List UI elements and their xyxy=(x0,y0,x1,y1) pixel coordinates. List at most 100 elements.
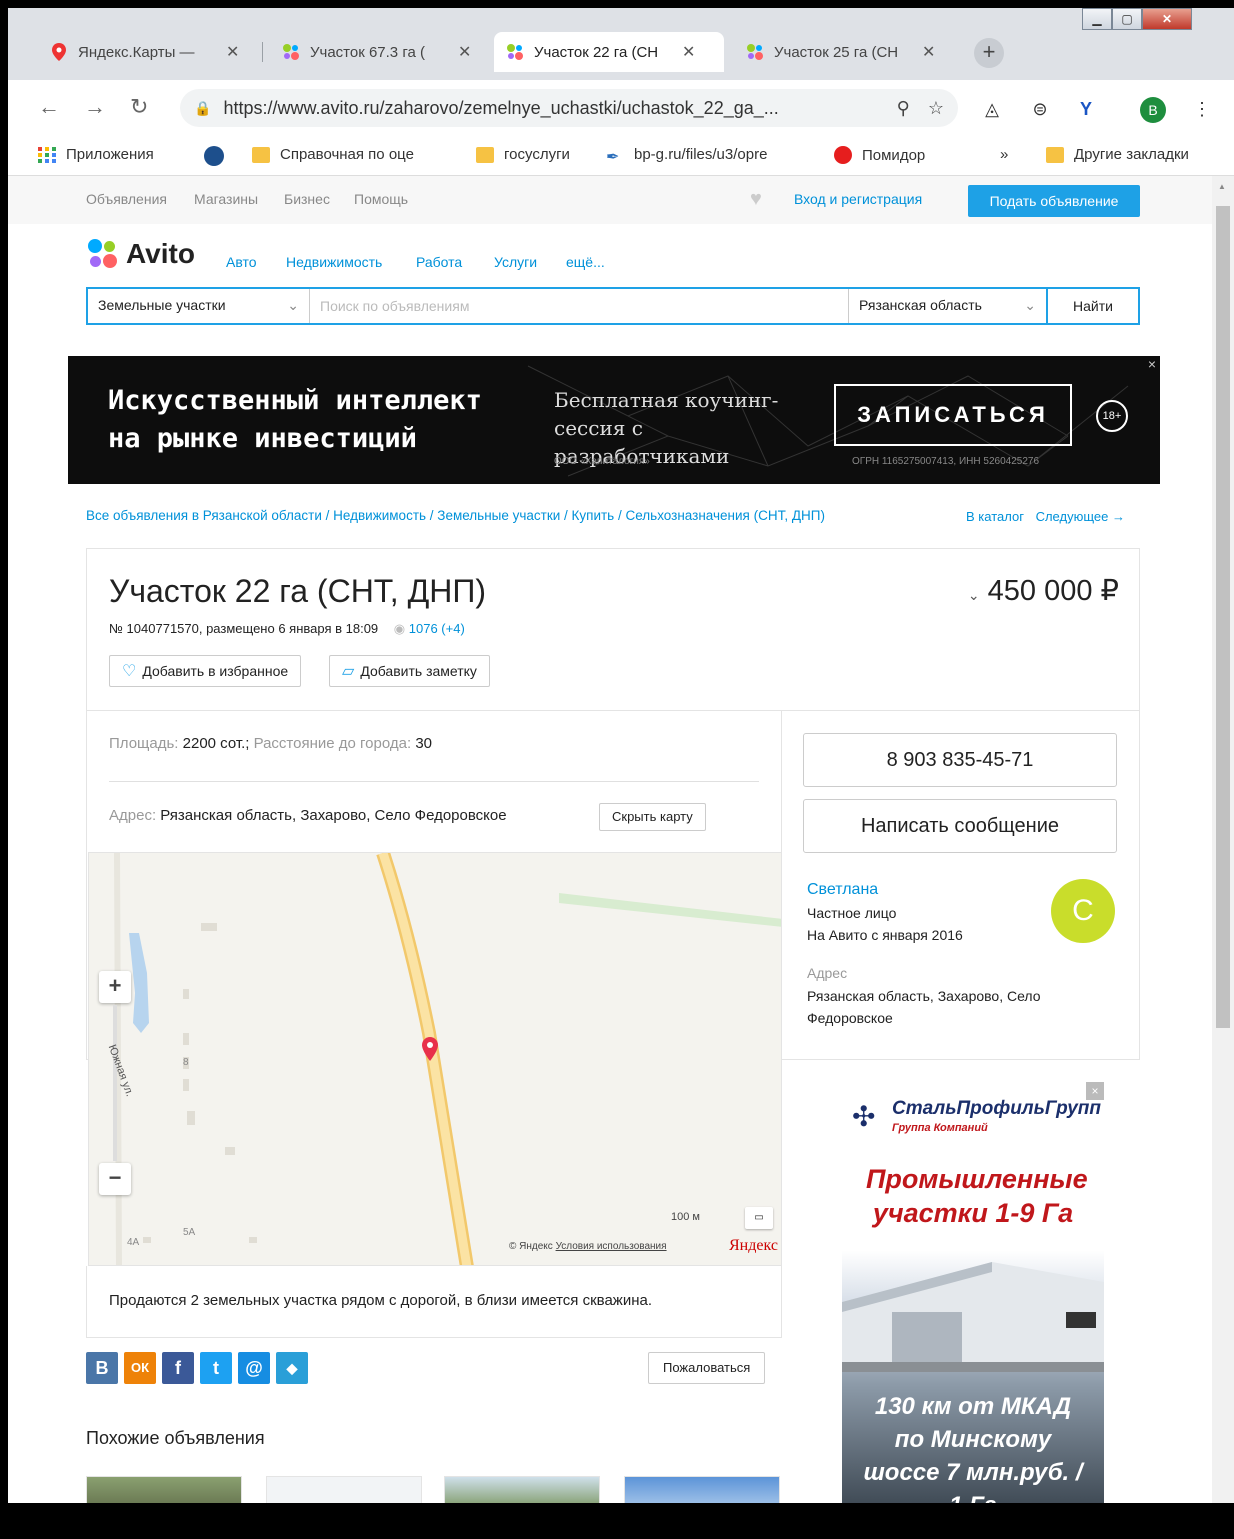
bookmark-other[interactable]: Другие закладки xyxy=(1046,146,1189,163)
nav-business[interactable]: Бизнес xyxy=(284,191,330,207)
tab-plot-67[interactable]: Участок 67.3 га ( ✕ xyxy=(270,32,483,72)
report-button[interactable]: Пожаловаться xyxy=(648,1352,766,1384)
similar-thumbnail[interactable] xyxy=(444,1476,600,1503)
close-tab-icon[interactable]: ✕ xyxy=(922,42,935,62)
new-tab-button[interactable]: + xyxy=(974,38,1004,68)
bookmark-star-icon[interactable]: ☆ xyxy=(928,98,944,119)
search-button[interactable]: Найти xyxy=(1046,289,1138,323)
avatar[interactable]: С xyxy=(1051,879,1115,943)
category-services[interactable]: Услуги xyxy=(494,254,537,270)
profile-avatar[interactable]: B xyxy=(1140,97,1166,123)
tab-yandex-maps[interactable]: Яндекс.Карты — ✕ xyxy=(38,32,251,72)
close-tab-icon[interactable]: ✕ xyxy=(226,42,239,62)
livejournal-share-icon[interactable]: ◆ xyxy=(276,1352,308,1384)
scroll-up-icon[interactable]: ▲ xyxy=(1218,182,1226,191)
heart-icon[interactable]: ♥ xyxy=(750,188,762,211)
url-text: https://www.avito.ru/zaharovo/zemelnye_u… xyxy=(223,97,779,118)
sync-icon[interactable]: ⊜ xyxy=(1028,97,1052,121)
category-realty[interactable]: Недвижимость xyxy=(286,254,382,270)
tab-separator xyxy=(262,42,263,62)
avito-dots-icon xyxy=(88,239,118,269)
close-icon[interactable]: × xyxy=(1086,1082,1104,1100)
facebook-share-icon[interactable]: f xyxy=(162,1352,194,1384)
category-jobs[interactable]: Работа xyxy=(416,254,462,270)
banner-headline: Искусственный интеллект на рынке инвести… xyxy=(108,385,482,454)
reload-icon[interactable]: ↻ xyxy=(130,94,148,120)
chevron-down-icon: ⌄ xyxy=(1024,297,1036,313)
close-window-button[interactable]: ✕ xyxy=(1142,8,1192,30)
back-icon[interactable]: ← xyxy=(38,94,60,120)
hide-map-button[interactable]: Скрыть карту xyxy=(599,803,706,831)
zoom-icon[interactable]: ⚲ xyxy=(897,98,910,119)
nav-ads[interactable]: Объявления xyxy=(86,191,167,207)
zoom-in-button[interactable]: + xyxy=(99,971,131,1003)
nav-help[interactable]: Помощь xyxy=(354,191,408,207)
scrollbar-thumb[interactable] xyxy=(1216,206,1230,1028)
bookmark-apps[interactable]: Приложения xyxy=(38,146,154,163)
close-tab-icon[interactable]: ✕ xyxy=(682,42,695,62)
add-note-button[interactable]: ▱ Добавить заметку xyxy=(329,655,490,687)
catalog-link[interactable]: В каталог xyxy=(966,509,1024,524)
banner-signup-button[interactable]: ЗАПИСАТЬСЯ xyxy=(834,384,1072,446)
folder-icon xyxy=(1046,146,1064,163)
similar-thumbnail[interactable] xyxy=(266,1476,422,1503)
next-link[interactable]: Следующее → xyxy=(1036,509,1125,524)
post-ad-button[interactable]: Подать объявление xyxy=(968,185,1140,217)
avito-logo[interactable]: Avito xyxy=(88,238,195,270)
category-select[interactable]: Земельные участки ⌄ xyxy=(88,289,310,323)
url-field[interactable]: 🔒 https://www.avito.ru/zaharovo/zemelnye… xyxy=(180,89,958,127)
message-button[interactable]: Написать сообщение xyxy=(803,799,1117,853)
zoom-slider[interactable] xyxy=(113,1005,117,1161)
category-auto[interactable]: Авто xyxy=(226,254,257,270)
phone-button[interactable]: 8 903 835-45-71 xyxy=(803,733,1117,787)
bookmark-bp-g[interactable]: ✒ bp-g.ru/files/u3/opre xyxy=(606,146,767,166)
yandex-logo[interactable]: Яндекс xyxy=(729,1237,778,1255)
page-viewport: Объявления Магазины Бизнес Помощь ♥ Вход… xyxy=(8,176,1234,1503)
extension-icon[interactable]: ◬ xyxy=(980,97,1004,121)
scrollbar[interactable]: ▲ xyxy=(1212,176,1234,1503)
breadcrumb[interactable]: Все объявления в Рязанской области / Нед… xyxy=(86,508,825,523)
seller-since: На Авито с января 2016 xyxy=(807,927,963,943)
menu-icon[interactable]: ⋮ xyxy=(1190,97,1214,121)
bookmark-pomidor[interactable]: Помидор xyxy=(834,146,925,164)
bookmark-reference[interactable]: Справочная по оце xyxy=(252,146,414,163)
maximize-button[interactable]: ▢ xyxy=(1112,8,1142,30)
map-marker-icon[interactable] xyxy=(422,1037,438,1064)
sidebar-ad[interactable]: ✣ СтальПрофильГрупп Группа Компаний Пром… xyxy=(842,1082,1104,1503)
tab-plot-25[interactable]: Участок 25 га (СН ✕ xyxy=(734,32,947,72)
map-terms-link[interactable]: Условия использования xyxy=(556,1241,667,1252)
more-bookmarks-button[interactable]: » xyxy=(1000,146,1008,163)
listing-header: Участок 22 га (СНТ, ДНП) ⌄ 450 000 ₽ № 10… xyxy=(87,549,1139,711)
banner-company: ООО «Капиталогия» xyxy=(554,456,650,467)
minimize-button[interactable]: ▁ xyxy=(1082,8,1112,30)
map[interactable]: + − Южная ул. 8 4А 5А 100 м ▭ © Яндекс У… xyxy=(88,852,782,1266)
tab-title: Участок 22 га (СН xyxy=(534,43,659,61)
bookmarks-bar: Приложения Справочная по оце госуслуги ✒… xyxy=(8,136,1234,176)
ok-share-icon[interactable]: ОК xyxy=(124,1352,156,1384)
vk-share-icon[interactable]: В xyxy=(86,1352,118,1384)
yandex-extension-icon[interactable]: Y xyxy=(1074,97,1098,121)
search-input[interactable]: Поиск по объявлениям xyxy=(310,289,848,323)
tab-title: Участок 67.3 га ( xyxy=(310,43,425,61)
close-icon[interactable]: × xyxy=(1148,356,1156,372)
ruler-icon[interactable]: ▭ xyxy=(745,1207,773,1229)
ad-brand: СтальПрофильГрупп xyxy=(892,1098,1101,1119)
login-link[interactable]: Вход и регистрация xyxy=(794,191,922,207)
add-favorite-button[interactable]: ♡ Добавить в избранное xyxy=(109,655,302,687)
tab-plot-22-active[interactable]: Участок 22 га (СН ✕ xyxy=(494,32,724,72)
similar-thumbnail[interactable] xyxy=(624,1476,780,1503)
nav-shops[interactable]: Магазины xyxy=(194,191,258,207)
similar-thumbnail[interactable] xyxy=(86,1476,242,1503)
zoom-out-button[interactable]: − xyxy=(99,1163,131,1195)
bookmark-gosuslugi[interactable]: госуслуги xyxy=(476,146,570,163)
ad-banner[interactable]: Искусственный интеллект на рынке инвести… xyxy=(68,356,1160,484)
price[interactable]: ⌄ 450 000 ₽ xyxy=(968,573,1119,608)
mail-share-icon[interactable]: @ xyxy=(238,1352,270,1384)
region-select[interactable]: Рязанская область ⌄ xyxy=(848,289,1046,323)
forward-icon[interactable]: → xyxy=(84,94,106,120)
twitter-share-icon[interactable]: t xyxy=(200,1352,232,1384)
seller-name[interactable]: Светлана xyxy=(807,881,878,899)
close-tab-icon[interactable]: ✕ xyxy=(458,42,471,62)
bookmark-blue-bird[interactable] xyxy=(204,146,234,166)
category-more[interactable]: ещё... xyxy=(566,254,605,270)
